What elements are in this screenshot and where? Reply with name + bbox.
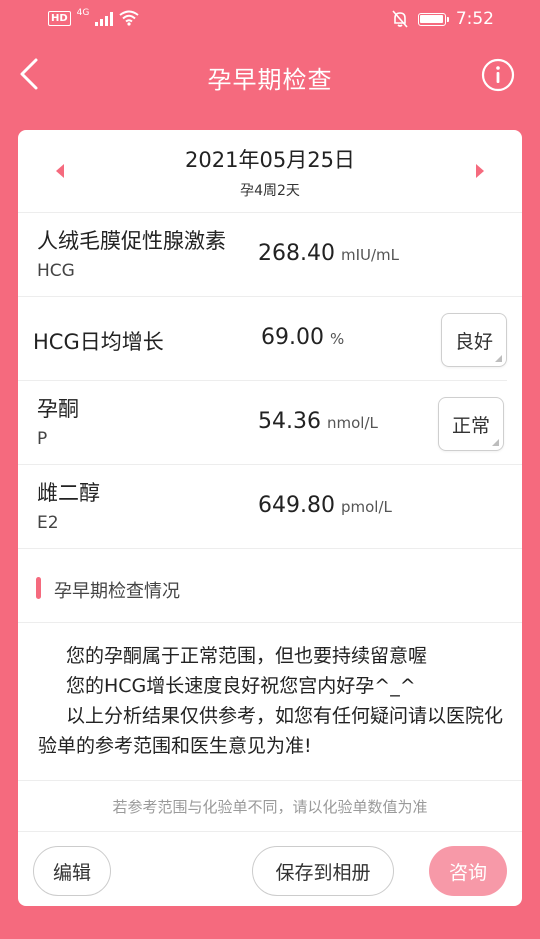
test-unit: %: [329, 330, 345, 348]
test-value: 54.36 nmol/L: [258, 409, 378, 434]
test-name: 雌二醇: [37, 481, 100, 505]
info-icon[interactable]: [481, 58, 515, 92]
mute-notification-icon: [392, 10, 408, 28]
hd-icon: HD: [48, 10, 71, 26]
exam-card: 2021年05月25日 孕4周2天 人绒毛膜促性腺激素 HCG 268.40 mI…: [18, 130, 522, 906]
analysis-line: 您的HCG增长速度良好祝您宫内好孕^_^: [66, 675, 416, 697]
test-row-progesterone: 孕酮 P 54.36 nmol/L 正常: [18, 381, 522, 465]
status-bar: HD 4G 7:52: [0, 0, 540, 40]
test-value: 69.00%: [261, 325, 344, 350]
action-bar: 编辑 保存到相册 咨询: [18, 832, 522, 902]
test-unit: nmol/L: [326, 414, 378, 432]
status-right: 7:52: [392, 9, 494, 29]
signal-icon: [95, 10, 114, 26]
test-value-number: 69.00: [261, 325, 324, 350]
test-unit: pmol/L: [340, 498, 392, 516]
section-header: 孕早期检查情况: [18, 549, 522, 623]
test-value: 649.80 pmol/L: [258, 493, 392, 518]
status-badge[interactable]: 正常: [438, 397, 504, 451]
test-name: HCG日均增长: [33, 330, 164, 354]
test-abbr: P: [37, 429, 48, 449]
test-abbr: HCG: [37, 261, 75, 281]
test-abbr: E2: [37, 513, 59, 533]
wifi-icon: [119, 10, 139, 26]
edit-button[interactable]: 编辑: [33, 846, 111, 896]
test-value: 268.40 mIU/mL: [258, 241, 399, 266]
test-row-hcg: 人绒毛膜促性腺激素 HCG 268.40 mIU/mL: [18, 213, 522, 297]
section-accent-bar: [36, 577, 41, 599]
test-name: 人绒毛膜促性腺激素: [37, 229, 226, 253]
test-name: 孕酮: [37, 397, 79, 421]
analysis-line: 以上分析结果仅供参考，如您有任何疑问请以医院化验单的参考范围和医生意见为准!: [38, 705, 504, 757]
save-to-album-button[interactable]: 保存到相册: [252, 846, 394, 896]
status-left: HD 4G: [48, 8, 139, 26]
test-value-number: 649.80: [258, 493, 335, 518]
top-nav: 孕早期检查: [0, 40, 540, 110]
test-value-number: 268.40: [258, 241, 335, 266]
status-badge[interactable]: 良好: [441, 313, 507, 367]
pregnancy-week: 孕4周2天: [240, 183, 300, 199]
test-row-hcg-growth: HCG日均增长 69.00% 良好: [18, 297, 522, 381]
analysis-line: 您的孕酮属于正常范围，但也要持续留意喔: [66, 645, 428, 667]
test-unit: mIU/mL: [340, 246, 400, 264]
exam-date: 2021年05月25日: [185, 148, 355, 172]
test-value-number: 54.36: [258, 409, 321, 434]
battery-icon: [417, 12, 449, 26]
next-date-icon[interactable]: [476, 164, 484, 178]
section-title: 孕早期检查情况: [54, 581, 180, 602]
consult-button[interactable]: 咨询: [429, 846, 507, 896]
test-row-estradiol: 雌二醇 E2 649.80 pmol/L: [18, 465, 522, 549]
page-title: 孕早期检查: [207, 66, 333, 94]
date-selector: 2021年05月25日 孕4周2天: [18, 130, 522, 213]
reference-note: 若参考范围与化验单不同，请以化验单数值为准: [18, 780, 522, 832]
analysis-text: 您的孕酮属于正常范围，但也要持续留意喔 您的HCG增长速度良好祝您宫内好孕^_^…: [18, 623, 522, 780]
network-type: 4G: [76, 8, 90, 18]
clock: 7:52: [455, 9, 494, 29]
